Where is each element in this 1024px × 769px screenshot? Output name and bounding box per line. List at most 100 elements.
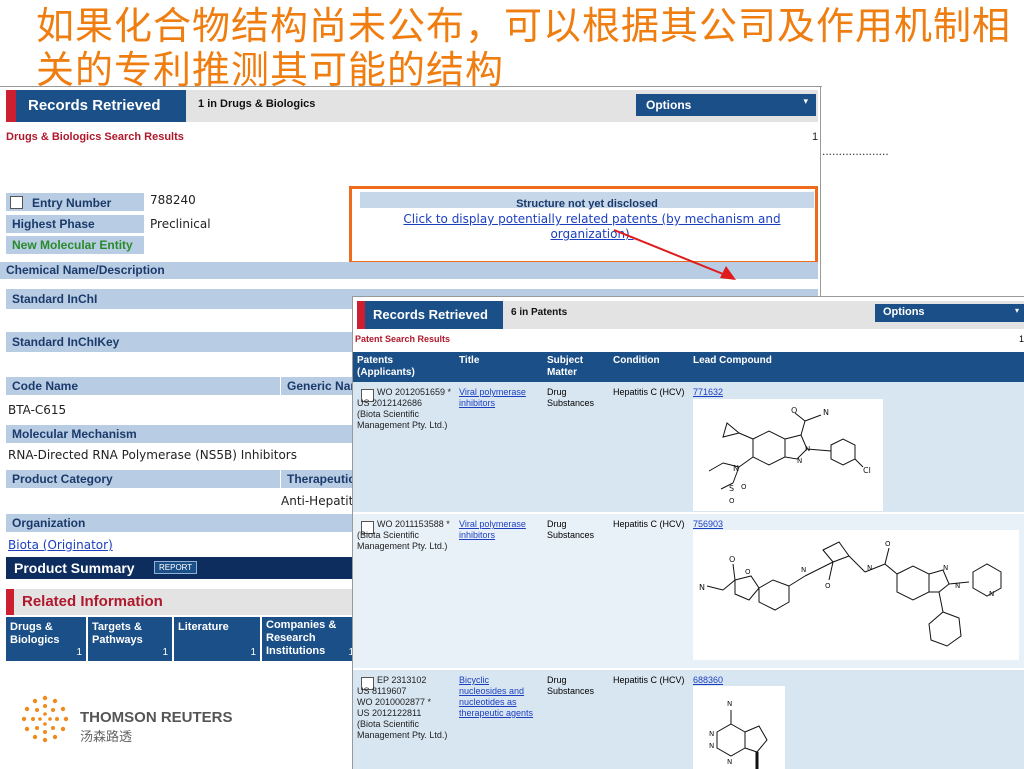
svg-text:O: O [729,497,735,505]
row-compound-link[interactable]: 688360 [693,675,723,685]
row-title-link[interactable]: Viral polymerase inhibitors [459,519,539,541]
row-subject: Drug Substances [547,675,595,696]
report-button[interactable]: REPORT [154,561,198,574]
svg-text:N: N [699,583,705,592]
patents-count: 6 [511,307,517,318]
related-tabs: Drugs & Biologics 1 Targets & Pathways 1… [6,617,354,661]
svg-text:N: N [733,464,739,473]
drugs-options-label: Options [646,98,692,112]
svg-text:N: N [709,730,714,738]
table-row [353,382,1024,512]
highest-phase-value: Preclinical [150,217,211,231]
svg-text:O: O [825,582,831,590]
drugs-options-dropdown[interactable]: Options ▾ [636,94,816,116]
patents-options-dropdown[interactable]: Options ▾ [875,304,1024,322]
patents-options-label: Options [883,306,925,318]
structure-msg: Structure not yet disclosed [516,198,658,210]
row-patents: WO 201205165​9 * US 2012142686 (Biota Sc… [357,387,452,430]
col-lead-compound: Lead Compound [693,355,772,366]
svg-text:N: N [805,445,810,453]
row-title-link[interactable]: Bicyclic nucleosides and nucleotides as … [459,675,539,719]
row-patents: EP 2313102 US 8119607 WO 2010002877 * US… [357,675,448,740]
structure-image-771632: O N N N N S O O Cl [693,399,883,511]
tab-label: Drugs & Biologics [10,621,60,646]
patents-db-label: in Patents [519,307,568,318]
col-patents: Patents (Applicants) [357,355,415,378]
product-summary-bar: Product Summary REPORT [6,557,354,579]
entry-number-label: Entry Number [32,196,112,210]
svg-text:N: N [955,582,960,590]
chevron-down-icon: ▾ [803,97,808,107]
svg-text:N: N [797,457,802,465]
patents-table-header [353,352,1024,382]
brand-name: THOMSON REUTERS [80,709,233,726]
patents-results-count: 1 [1019,334,1024,344]
structure-image-756903: N O O N O N O N N N [693,530,1019,660]
tab-companies[interactable]: Companies & Research Institutions 1 [262,617,354,661]
product-summary-label: Product Summary [14,560,135,576]
svg-text:O: O [791,406,797,415]
slide-title: 如果化合物结构尚未公布，可以根据其公司及作用机制相关的专利推测其可能的结构 [36,4,1012,92]
tab-targets-pathways[interactable]: Targets & Pathways 1 [88,617,172,661]
related-info-label: Related Information [22,593,163,610]
svg-text:N: N [727,758,732,766]
drugs-results-count: 1 [812,131,819,143]
col-subject: Subject Matter [547,355,584,378]
svg-text:O: O [729,555,735,564]
row-title-link[interactable]: Viral polymerase inhibitors [459,387,539,409]
col-title: Title [459,355,480,366]
structure-msg-bar: Structure not yet disclosed [360,192,814,210]
drugs-count: 1 [198,98,205,110]
product-category-label: Product Category [6,470,280,488]
structure-image-688360: N N N N [693,686,785,769]
svg-text:N: N [801,566,806,574]
svg-text:N: N [867,564,872,572]
records-retrieved-badge: Records Retrieved [16,90,186,122]
code-name-label: Code Name [6,377,280,395]
row-subject: Drug Substances [547,387,595,408]
svg-text:O: O [745,568,751,576]
row-compound-link[interactable]: 756903 [693,519,723,529]
therapeutic-value: Anti-Hepatiti [281,494,357,508]
tab-label: Companies & Research Institutions [266,619,337,657]
patents-results-title: Patent Search Results [355,334,451,344]
row-condition: Hepatitis C (HCV) [613,675,685,685]
svg-text:Cl: Cl [863,466,871,475]
records-retrieved-title: Records Retrieved [28,97,161,114]
brand-cn: 汤森路透 [80,730,133,745]
highest-phase-label: Highest Phase [6,215,144,233]
row-condition: Hepatitis C (HCV) [613,519,685,529]
patents-records-badge: Records Retrieved [365,301,503,329]
tab-literature[interactable]: Literature 1 [174,617,260,661]
patents-records-title: Records Retrieved [373,307,488,322]
mechanism-value: RNA-Directed RNA Polymerase (NS5B) Inhib… [8,448,297,462]
svg-text:S: S [729,484,734,493]
svg-text:O: O [741,483,747,491]
tab-count: 1 [162,647,168,658]
row-patents: WO 2011153588 * (Biota Scientific Manage… [357,519,450,551]
patents-panel: Records Retrieved 6 in Patents Options ▾… [352,296,1024,769]
svg-text:N: N [727,700,732,708]
tab-label: Literature [178,621,229,633]
tab-drugs-biologics[interactable]: Drugs & Biologics 1 [6,617,86,661]
col-condition: Condition [613,355,660,366]
row-compound-link[interactable]: 771632 [693,387,723,397]
code-name-value: BTA-C615 [8,403,67,417]
organization-link[interactable]: Biota (Originator) [8,538,113,552]
svg-text:N: N [943,564,948,572]
red-arrow-icon [613,229,736,280]
entry-number-value: 788240 [150,193,196,207]
svg-text:N: N [709,742,714,750]
dotted-leader: .................... [822,144,889,158]
svg-text:N: N [989,590,994,598]
svg-text:O: O [885,540,891,548]
thomson-reuters-logo-icon [21,695,69,743]
svg-text:N: N [823,408,829,417]
row-subject: Drug Substances [547,519,595,540]
nme-label: New Molecular Entity [6,236,144,254]
related-info-bar: Related Information [6,589,354,615]
chevron-down-icon: ▾ [1014,306,1019,315]
entry-checkbox[interactable] [10,196,23,209]
tab-count: 1 [76,647,82,658]
entry-number-row: Entry Number [6,193,144,211]
